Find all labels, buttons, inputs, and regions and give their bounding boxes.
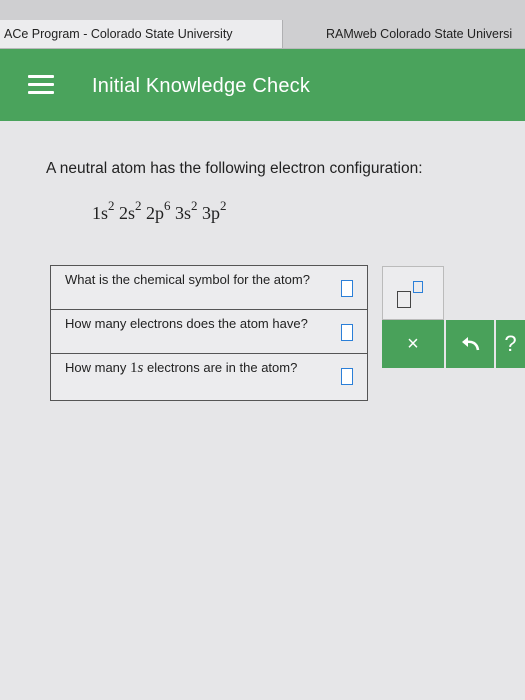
math-tool-panel: × ? <box>382 266 525 368</box>
page-title: Initial Knowledge Check <box>92 75 311 97</box>
clear-button[interactable]: × <box>382 320 444 368</box>
row-question-text: How many electrons does the atom have? <box>65 316 308 331</box>
undo-button[interactable] <box>446 320 494 368</box>
1s-electron-answer-input[interactable] <box>341 368 353 385</box>
electron-configuration: 1s2 2s2 2p6 3s2 3p2 <box>92 198 227 224</box>
orbital: 3s <box>175 203 192 223</box>
orbital: 3p <box>202 203 221 223</box>
orbital-letter: s <box>137 360 144 376</box>
table-row: What is the chemical symbol for the atom… <box>51 266 367 310</box>
browser-tab-bar: ACe Program - Colorado State University … <box>0 0 525 49</box>
orbital: 2s <box>119 203 136 223</box>
help-button[interactable]: ? <box>496 320 525 368</box>
electron-count-answer-input[interactable] <box>341 324 353 341</box>
undo-icon <box>462 337 480 351</box>
browser-tab-ramweb[interactable]: RAMweb Colorado State Universi <box>292 20 525 48</box>
hamburger-menu-icon[interactable] <box>28 75 54 95</box>
orbital: 1s <box>92 203 109 223</box>
row-question-text: What is the chemical symbol for the atom… <box>65 272 310 287</box>
table-row: How many electrons does the atom have? <box>51 310 367 354</box>
orbital-number: 1 <box>130 360 138 376</box>
table-row: How many 1s electrons are in the atom? <box>51 354 367 400</box>
orbital-exponent: 2 <box>135 198 142 213</box>
question-table: What is the chemical symbol for the atom… <box>50 265 368 401</box>
superscript-template-icon <box>397 291 411 308</box>
orbital-exponent: 2 <box>108 198 115 213</box>
row-text-before: How many <box>65 360 127 375</box>
app-header: Initial Knowledge Check <box>0 49 525 121</box>
superscript-box-icon <box>413 281 423 293</box>
chemical-symbol-answer-input[interactable] <box>341 280 353 297</box>
orbital-exponent: 6 <box>164 198 171 213</box>
orbital-exponent: 2 <box>220 198 227 213</box>
row-question-text: How many 1s electrons are in the atom? <box>65 360 313 376</box>
browser-tab-ace-program[interactable]: ACe Program - Colorado State University <box>0 20 283 48</box>
superscript-template-button[interactable] <box>382 266 444 320</box>
orbital: 2p <box>146 203 165 223</box>
question-prompt: A neutral atom has the following electro… <box>46 160 423 177</box>
row-text-after: electrons are in the atom? <box>147 360 298 375</box>
orbital-exponent: 2 <box>191 198 198 213</box>
